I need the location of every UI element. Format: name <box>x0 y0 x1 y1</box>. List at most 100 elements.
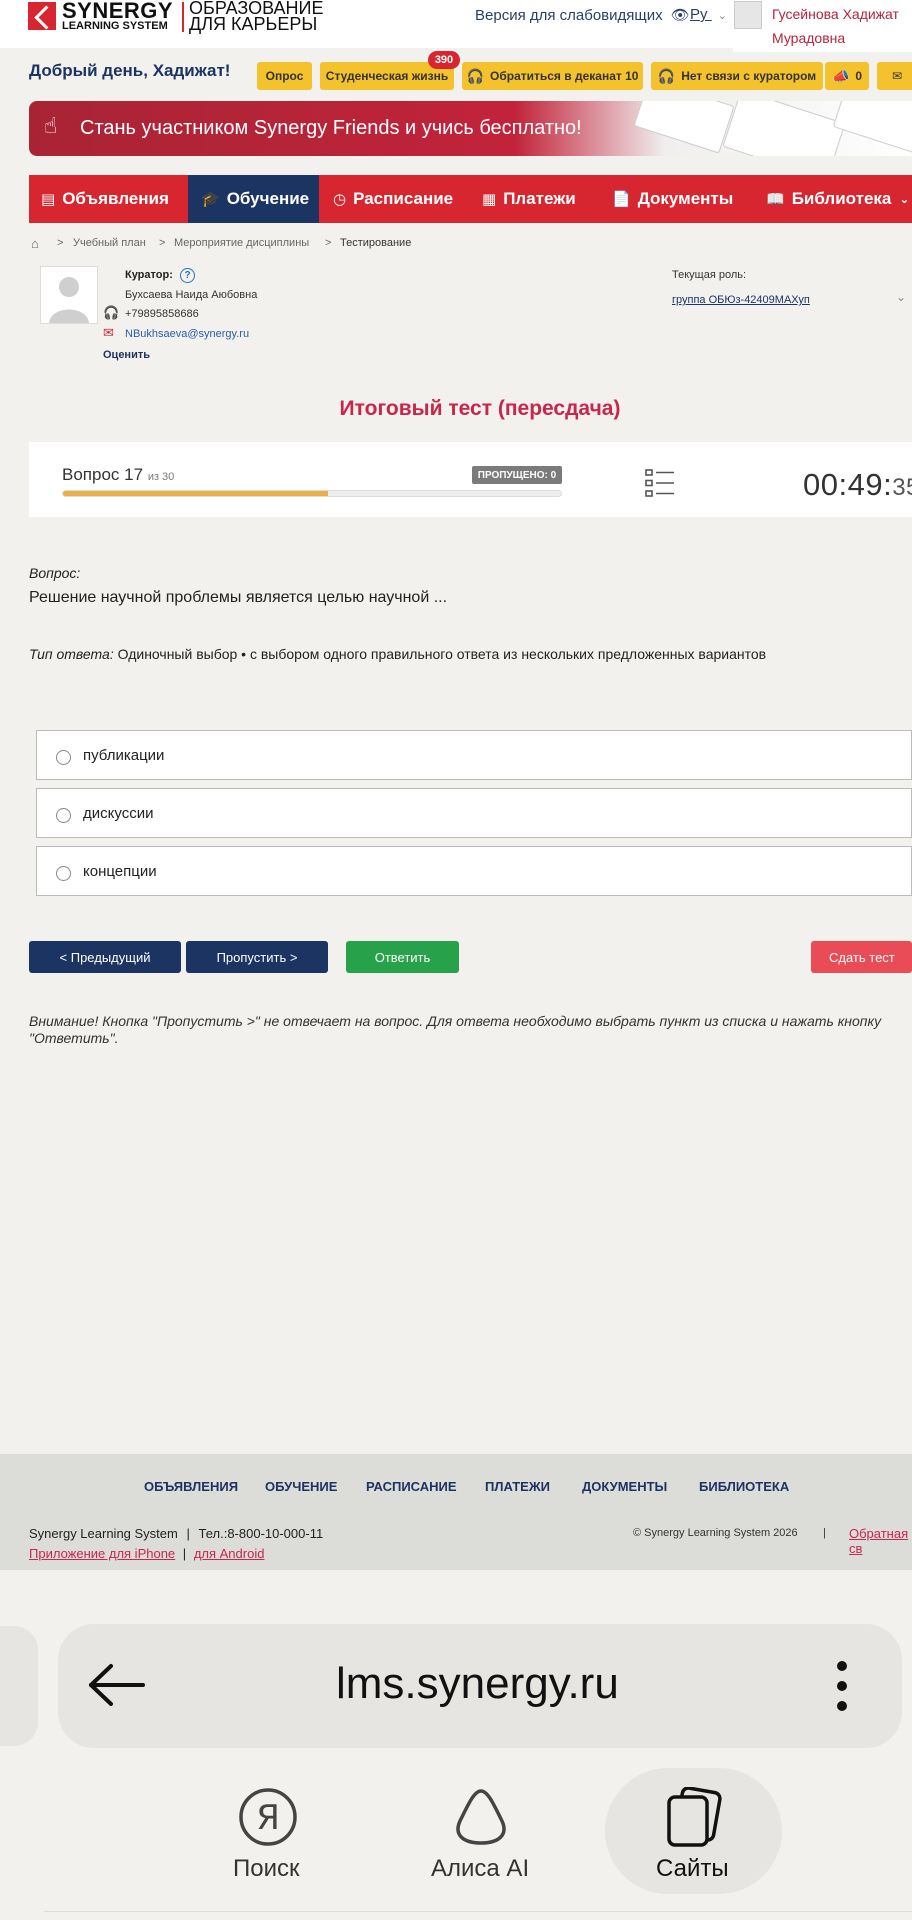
nav-item-study[interactable]: 🎓 Обучение <box>188 175 319 223</box>
alice-ai-icon[interactable] <box>450 1787 512 1847</box>
radio-button[interactable] <box>56 808 71 823</box>
megaphone-icon: 📣 <box>831 67 850 84</box>
nav-label: Платежи <box>503 189 576 208</box>
avatar[interactable] <box>734 1 762 29</box>
graduation-cap-icon: 🎓 <box>201 191 220 208</box>
countdown-timer: 00:49:35 <box>803 467 912 503</box>
curator-issue-button[interactable]: 🎧 Нет связи с куратором <box>651 62 823 90</box>
yandex-search-icon[interactable]: Я <box>239 1787 297 1847</box>
progress-fill <box>63 491 329 496</box>
footer-link-documents[interactable]: ДОКУМЕНТЫ <box>582 1479 667 1494</box>
list-icon: ▤ <box>41 191 56 208</box>
low-vision-label: Версия для слабовидящих <box>475 7 663 24</box>
bottom-divider <box>44 1911 912 1912</box>
document-icon: 📄 <box>612 191 631 208</box>
footer-link-library[interactable]: БИБЛИОТЕКА <box>699 1479 789 1494</box>
answer-option[interactable] <box>36 846 912 896</box>
nav-item-documents[interactable]: 📄 Документы <box>600 175 752 223</box>
back-arrow-icon[interactable] <box>87 1662 145 1708</box>
banner-card-decoration <box>722 101 846 156</box>
previous-button[interactable]: < Предыдущий <box>29 941 181 973</box>
footer-copyright: © Synergy Learning System 2026 <box>633 1527 798 1539</box>
nav-label: Расписание <box>353 189 454 208</box>
help-icon[interactable]: ? <box>180 268 195 283</box>
headset-icon: 🎧 <box>657 67 676 84</box>
footer-company-name: Synergy Learning System <box>29 1526 178 1541</box>
survey-button[interactable]: Опрос <box>257 62 312 90</box>
iphone-app-link[interactable]: Приложение для iPhone <box>29 1546 175 1561</box>
user-name-first[interactable]: Гусейнова Хадижат <box>772 6 899 22</box>
home-icon[interactable]: ⌂ <box>31 236 39 251</box>
nav-label: Объявления <box>62 189 169 208</box>
skip-warning: Внимание! Кнопка "Пропустить >" не отвеч… <box>29 1013 882 1046</box>
answer-type-text: Одиночный выбор • с выбором одного прави… <box>117 646 767 662</box>
role-label: Текущая роль: <box>672 269 747 281</box>
answer-option-label[interactable]: концепции <box>83 863 157 880</box>
more-options-icon[interactable] <box>832 1660 852 1712</box>
nav-item-schedule[interactable]: ◷ Расписание <box>319 175 464 223</box>
role-select[interactable]: группа ОБЮз-42409МАХуп <box>672 294 810 306</box>
feedback-link[interactable]: Обратная св <box>849 1526 912 1556</box>
curator-phone[interactable]: +79895858686 <box>125 308 199 320</box>
answer-option-label[interactable]: дискуссии <box>83 805 153 822</box>
low-vision-link[interactable]: Версия для слабовидящих 👁 <box>475 6 690 24</box>
radio-button[interactable] <box>56 750 71 765</box>
dock-label-sites[interactable]: Сайты <box>656 1855 729 1883</box>
question-counter-total: из 30 <box>147 471 175 483</box>
answer-option[interactable] <box>36 788 912 838</box>
language-select[interactable]: Ру ⌄ <box>690 6 727 23</box>
nav-item-library[interactable]: 📖 Библиотека ⌄ <box>752 175 912 223</box>
breadcrumb-plan[interactable]: Учебный план <box>73 237 146 249</box>
answer-option-label[interactable]: публикации <box>83 747 164 764</box>
footer-link-announcements[interactable]: ОБЪЯВЛЕНИЯ <box>144 1479 238 1494</box>
dock-label-alice[interactable]: Алиса AI <box>431 1855 529 1883</box>
question-list-icon[interactable] <box>645 469 675 497</box>
eye-icon: 👁 <box>670 7 690 24</box>
mail-icon: ✉ <box>103 325 114 340</box>
nav-item-announcements[interactable]: ▤ Объявления <box>29 175 188 223</box>
logo-divider <box>182 2 184 32</box>
question-label: Вопрос: <box>29 565 81 581</box>
footer-divider: | <box>823 1527 826 1539</box>
footer-link-payments[interactable]: ПЛАТЕЖИ <box>485 1479 550 1494</box>
sites-tabs-icon[interactable] <box>665 1787 723 1849</box>
footer-company: Synergy Learning System | Тел.:8-800-10-… <box>29 1526 323 1541</box>
nav-item-payments[interactable]: ▦ Платежи <box>464 175 600 223</box>
banner-text[interactable]: Стань участником Synergy Friends и учись… <box>80 117 582 140</box>
footer-link-schedule[interactable]: РАСПИСАНИЕ <box>366 1479 457 1494</box>
answer-button[interactable]: Ответить <box>346 941 459 973</box>
question-counter-number: 17 <box>124 465 144 484</box>
banner-card-decoration <box>633 101 735 154</box>
breadcrumb-current: Тестирование <box>340 237 412 249</box>
breadcrumb-event[interactable]: Мероприятие дисциплины <box>174 237 309 249</box>
greeting: Добрый день, Хадижат! <box>29 61 231 80</box>
curator-email[interactable]: NBukhsaeva@synergy.ru <box>125 328 249 340</box>
mail-button[interactable]: ✉ <box>877 62 912 90</box>
previous-tab-handle[interactable] <box>0 1626 38 1746</box>
book-icon: 📖 <box>766 191 785 208</box>
announcements-counter-button[interactable]: 📣 0 <box>825 62 869 90</box>
dean-contact-label: Обратиться в деканат 10 <box>490 69 639 83</box>
footer-apps: Приложение для iPhone | для Android <box>29 1546 264 1561</box>
skip-button[interactable]: Пропустить > <box>186 941 328 973</box>
user-name-second[interactable]: Мурадовна <box>772 30 845 46</box>
synergy-logo-icon[interactable] <box>28 2 56 30</box>
android-app-link[interactable]: для Android <box>194 1546 265 1561</box>
footer-link-study[interactable]: ОБУЧЕНИЕ <box>265 1479 337 1494</box>
url-text[interactable]: lms.synergy.ru <box>336 1659 619 1709</box>
logo-subtext[interactable]: LEARNING SYSTEM <box>62 20 168 32</box>
nav-label: Документы <box>637 189 734 208</box>
pointer-hand-icon: ☝ <box>44 113 58 138</box>
page-title: Итоговый тест (пересдача) <box>339 397 621 420</box>
chevron-down-icon[interactable]: ⌄ <box>896 290 906 304</box>
finish-test-button[interactable]: Сдать тест <box>811 941 912 973</box>
breadcrumb-separator-icon: > <box>159 237 166 249</box>
logo-text[interactable]: SYNERGY <box>62 0 173 22</box>
radio-button[interactable] <box>56 866 71 881</box>
dock-label-search[interactable]: Поиск <box>233 1855 300 1883</box>
dean-contact-button[interactable]: 🎧 Обратиться в деканат 10 <box>462 62 643 90</box>
rate-curator-link[interactable]: Оценить <box>103 349 150 361</box>
breadcrumb-separator-icon: > <box>325 237 332 249</box>
headset-icon: 🎧 <box>466 67 484 84</box>
answer-option[interactable] <box>36 730 912 780</box>
